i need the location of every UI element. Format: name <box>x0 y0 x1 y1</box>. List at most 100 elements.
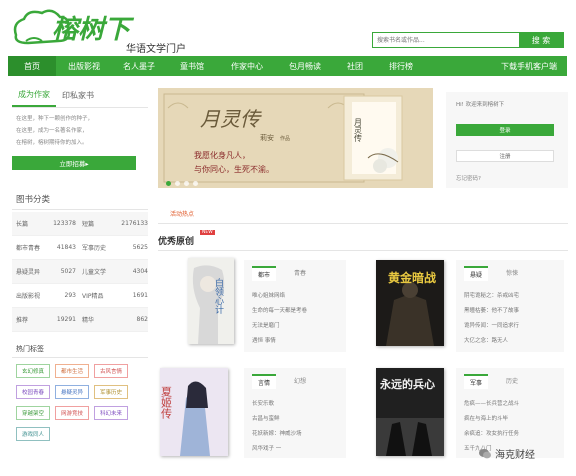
tag-list: 玄幻修真 都市生活 古风言情 校园青春 悬疑灵异 军事历史 穿越架空 网游竞技 … <box>12 358 148 448</box>
tab-become-author[interactable]: 成为作家 <box>12 84 56 107</box>
nav-kids[interactable]: 童书馆 <box>166 56 218 76</box>
banner-carousel[interactable]: 月灵传 莉安 作品 我愿化身凡人， 与你同心，生死不渝。 月灵传 <box>158 88 433 188</box>
book-link[interactable]: 危疯——长兵营之战斗 <box>464 395 564 410</box>
book-link[interactable]: 风华戏子 一 <box>252 440 346 455</box>
category-row: 出版影视 293 VIP精品 1691 <box>12 284 148 308</box>
carousel-dot[interactable] <box>193 181 198 186</box>
main-nav: 首页 出版影视 名人墨子 童书馆 作家中心 包月畅读 社团 排行榜 下载手机客户… <box>8 56 567 76</box>
cover-title: 夏姬传 <box>160 386 173 420</box>
category-link[interactable]: 长篇 <box>12 219 44 228</box>
forgot-password-link[interactable]: 忘记密码? <box>456 174 481 182</box>
genre-tab[interactable]: 都市 <box>252 266 277 281</box>
book-link[interactable]: 黑瞳枯萎：他不了故事 <box>464 302 564 317</box>
banner-slogan-2: 与你同心，生死不渝。 <box>194 164 274 174</box>
nav-monthly[interactable]: 包月畅读 <box>276 56 334 76</box>
category-link[interactable]: 短篇 <box>82 219 114 228</box>
site-logo[interactable]: 榕树下 华语文学门户 <box>8 5 198 55</box>
cover-art: 白领心计 <box>188 258 234 344</box>
nav-author[interactable]: 作家中心 <box>218 56 276 76</box>
left-tabs: 成为作家 印私家书 <box>12 84 148 108</box>
nav-publish[interactable]: 出版影视 <box>56 56 112 76</box>
category-count: 2176133 <box>121 220 148 227</box>
banner-slogan-1: 我愿化身凡人， <box>194 150 250 160</box>
nav-celebrity[interactable]: 名人墨子 <box>112 56 166 76</box>
nav-club[interactable]: 社团 <box>334 56 376 76</box>
best-original-title: 优秀原创 <box>158 237 195 247</box>
logo-text: 榕树下 <box>52 15 135 45</box>
header: 榕树下 华语文学门户 搜 索 <box>0 0 576 56</box>
book-info: 都市 青春 唯心姐妹网络 生命的每一天都是考卷 无法是磨门 遇恒 事情 <box>244 260 346 352</box>
tag[interactable]: 网游竞技 <box>55 406 90 420</box>
new-badge: NEW <box>200 230 215 235</box>
tag[interactable]: 游戏同人 <box>16 427 51 441</box>
book-link[interactable]: 花妖新嫁：神威沙场 <box>252 425 346 440</box>
register-button[interactable]: 注册 <box>456 150 554 162</box>
carousel-dot[interactable] <box>166 181 171 186</box>
book-link[interactable]: 诡异传闻：一同追求行 <box>464 317 564 332</box>
category-link[interactable]: 精华 <box>82 315 114 324</box>
nav-download-app[interactable]: 下载手机客户端 <box>426 56 567 76</box>
book-cover[interactable]: 夏姬传 <box>160 368 228 456</box>
genre-tab[interactable]: 言情 <box>252 374 277 389</box>
book-cover[interactable]: 永远的兵心 <box>376 368 444 456</box>
tag[interactable]: 校园青春 <box>16 385 51 399</box>
book-link[interactable]: 唯心姐妹网络 <box>252 287 346 302</box>
category-count: 19291 <box>56 316 76 323</box>
category-link[interactable]: 都市青春 <box>12 243 44 252</box>
search-button[interactable]: 搜 索 <box>519 33 563 47</box>
hot-tags-title: 热门标签 <box>12 340 148 358</box>
banner-image: 月灵传 莉安 作品 我愿化身凡人， 与你同心，生死不渝。 月灵传 <box>158 88 433 188</box>
nav-ranking[interactable]: 排行榜 <box>376 56 426 76</box>
carousel-dot[interactable] <box>184 181 189 186</box>
book-link[interactable]: 无法是磨门 <box>252 317 346 332</box>
category-link[interactable]: 悬疑灵异 <box>12 267 44 276</box>
nav-home[interactable]: 首页 <box>8 56 56 76</box>
genre-tab[interactable]: 青春 <box>288 266 312 281</box>
promo-text: 在这里，种下一颗创作的种子， 在这里，成为一名著名作家， 在榕树，榕树期待你的加… <box>12 112 148 148</box>
category-link[interactable]: 出版影视 <box>12 291 44 300</box>
book-cover[interactable]: 白领心计 <box>188 258 234 344</box>
genre-tab[interactable]: 幻想 <box>288 374 312 389</box>
category-title: 图书分类 <box>12 188 148 210</box>
book-link[interactable]: 长安乐歌 <box>252 395 346 410</box>
hot-activity-tab[interactable]: 活动热点 <box>158 204 568 224</box>
category-count: 862 <box>136 316 148 323</box>
login-button[interactable]: 登录 <box>456 124 554 136</box>
hot-tags: 热门标签 玄幻修真 都市生活 古风言情 校园青春 悬疑灵异 军事历史 穿越架空 … <box>12 340 148 448</box>
category-link[interactable]: VIP精品 <box>82 291 114 300</box>
category-table: 长篇 123378 短篇 2176133 都市青春 41843 军事历史 562… <box>12 212 148 332</box>
category-count: 5625 <box>132 244 148 251</box>
tag[interactable]: 军事历史 <box>94 385 129 399</box>
genre-tab[interactable]: 悬疑 <box>464 266 489 281</box>
genre-tab[interactable]: 惊悚 <box>500 266 524 281</box>
book-cover[interactable]: 黄金暗战 <box>376 260 444 346</box>
carousel-dot[interactable] <box>175 181 180 186</box>
book-link[interactable]: 遇恒 事情 <box>252 332 346 347</box>
book-link[interactable]: 阴宅诡秘之：杀戒凶宅 <box>464 287 564 302</box>
recruit-button[interactable]: 立即招募▸ <box>12 156 136 170</box>
genre-tab[interactable]: 军事 <box>464 374 489 389</box>
genre-tab[interactable]: 历史 <box>500 374 524 389</box>
book-link[interactable]: 古昌与蛮鲜 <box>252 410 346 425</box>
category-link[interactable]: 儿童文学 <box>82 267 114 276</box>
category-count: 123378 <box>53 220 76 227</box>
category-count: 293 <box>64 292 76 299</box>
book-link[interactable]: 大亿之念：路无人 <box>464 332 564 347</box>
search-input[interactable] <box>373 33 519 47</box>
book-link[interactable]: 生命的每一天都是考卷 <box>252 302 346 317</box>
tag[interactable]: 玄幻修真 <box>16 364 51 378</box>
book-link[interactable]: 余疯追：攻女执行任务 <box>464 425 564 440</box>
tag[interactable]: 穿越架空 <box>16 406 51 420</box>
tag[interactable]: 科幻未来 <box>94 406 129 420</box>
cover-art: 夏姬传 <box>160 368 228 456</box>
tag[interactable]: 古风言情 <box>94 364 129 378</box>
tab-print-book[interactable]: 印私家书 <box>56 84 100 107</box>
category-link[interactable]: 军事历史 <box>82 243 114 252</box>
tag[interactable]: 都市生活 <box>55 364 90 378</box>
book-link[interactable]: 疯在与海上的斗毕 <box>464 410 564 425</box>
banner-book-title: 月灵传 <box>354 118 363 143</box>
welcome-text: Hi! 欢迎来到榕树下 <box>456 102 505 108</box>
tag[interactable]: 悬疑灵异 <box>55 385 90 399</box>
category-row: 长篇 123378 短篇 2176133 <box>12 212 148 236</box>
category-link[interactable]: 推荐 <box>12 315 44 324</box>
